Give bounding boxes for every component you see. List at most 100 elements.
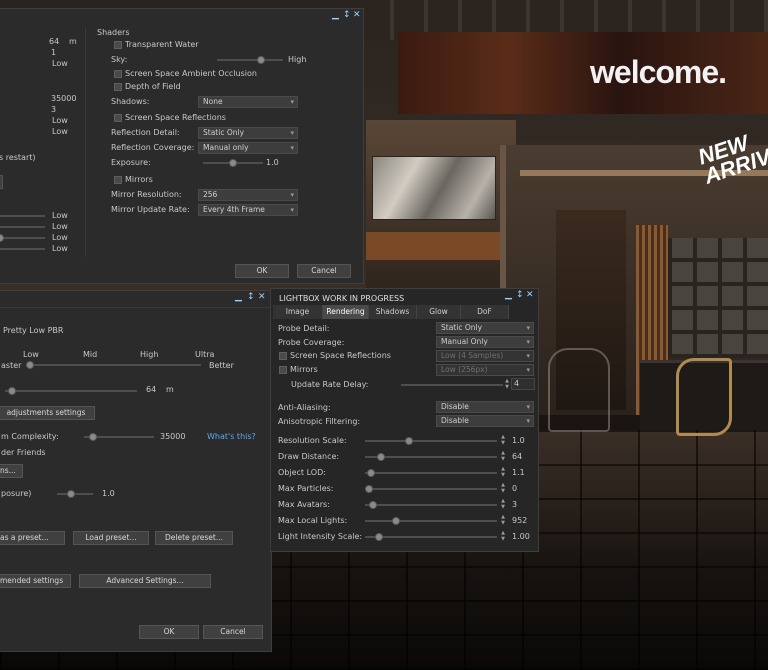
mirrors-checkbox[interactable]	[114, 176, 122, 184]
exposure-slider-thumb[interactable]	[67, 490, 75, 498]
value-text: Low	[52, 233, 68, 242]
mirrors-checkbox[interactable]	[279, 366, 287, 374]
ssao-checkbox[interactable]	[114, 70, 122, 78]
slider-thumb[interactable]	[377, 453, 386, 461]
value-text: 35000	[51, 94, 77, 103]
sky-slider[interactable]	[217, 59, 283, 61]
cancel-button[interactable]: Cancel	[297, 264, 351, 278]
slider-track[interactable]	[0, 215, 45, 217]
complexity-slider-thumb[interactable]	[89, 433, 97, 441]
ok-button[interactable]: OK	[139, 625, 199, 639]
slider-thumb[interactable]	[392, 517, 401, 525]
truncated-button[interactable]	[0, 175, 3, 189]
close-icon[interactable]: ✕	[258, 292, 266, 302]
slider-value[interactable]: 1.00	[512, 532, 530, 541]
update-rate-slider[interactable]	[401, 384, 503, 386]
whats-this-link[interactable]: What's this?	[207, 432, 256, 441]
dof-checkbox[interactable]	[114, 83, 122, 91]
slider-value[interactable]: 952	[512, 516, 527, 525]
probe-detail-dropdown[interactable]: Static Only	[436, 322, 534, 334]
slider-label: Max Particles:	[278, 484, 334, 493]
spinner-arrows[interactable]: ▲ ▼	[500, 466, 506, 478]
tab-dof[interactable]: DoF	[461, 305, 509, 319]
quality-slider-thumb[interactable]	[26, 361, 34, 369]
slider-track[interactable]	[365, 536, 497, 538]
slider-thumb[interactable]	[368, 501, 377, 509]
tab-glow[interactable]: Glow	[417, 305, 461, 319]
anisotropic-dropdown[interactable]: Disable	[436, 415, 534, 427]
slider-thumb[interactable]	[367, 469, 376, 477]
save-preset-button[interactable]: as a preset...	[0, 531, 65, 545]
slider-value[interactable]: 1.0	[512, 436, 525, 445]
anti-aliasing-label: Anti-Aliasing:	[278, 403, 331, 412]
load-preset-button[interactable]: Load preset...	[73, 531, 149, 545]
slider-value[interactable]: 0	[512, 484, 517, 493]
slider-value[interactable]: 3	[512, 500, 517, 509]
unit-text: m	[69, 37, 77, 46]
spinner-arrows[interactable]: ▲ ▼	[500, 514, 506, 526]
draw-distance-slider[interactable]	[5, 390, 137, 392]
ssr-checkbox[interactable]	[114, 114, 122, 122]
slider-thumb[interactable]	[374, 533, 383, 541]
pin-icon[interactable]: ↕	[247, 292, 255, 302]
mirror-resolution-label: Mirror Resolution:	[111, 190, 182, 199]
tab-rendering[interactable]: Rendering	[323, 305, 369, 319]
minimize-icon[interactable]: ▁	[505, 290, 512, 300]
spinner-arrows[interactable]: ▲ ▼	[500, 450, 506, 462]
reflection-coverage-dropdown[interactable]: Manual only	[198, 142, 298, 154]
display-cubbies	[668, 238, 768, 358]
slider-thumb[interactable]	[0, 234, 4, 242]
spinner-arrows[interactable]: ▲ ▼	[500, 498, 506, 510]
advanced-settings-button[interactable]: Advanced Settings...	[79, 574, 211, 588]
transparent-water-checkbox[interactable]	[114, 41, 122, 49]
slider-track[interactable]	[365, 504, 497, 506]
tab-shadows[interactable]: Shadows	[369, 305, 417, 319]
slider-track[interactable]	[365, 472, 497, 474]
ssr-checkbox[interactable]	[279, 352, 287, 360]
update-rate-spinner[interactable]: ▲ ▼	[504, 378, 510, 390]
spinner-arrows[interactable]: ▲ ▼	[500, 530, 506, 542]
spinner-arrows[interactable]: ▲ ▼	[500, 482, 506, 494]
minimize-icon[interactable]: ▁	[332, 10, 339, 20]
slider-value[interactable]: 1.1	[512, 468, 525, 477]
update-rate-input[interactable]: 4	[511, 378, 535, 390]
quality-tick-high: High	[140, 350, 159, 359]
spinner-arrows[interactable]: ▲ ▼	[500, 434, 506, 446]
slider-value[interactable]: 64	[512, 452, 522, 461]
close-icon[interactable]: ✕	[353, 10, 361, 20]
mirror-resolution-dropdown[interactable]: 256	[198, 189, 298, 201]
ok-button[interactable]: OK	[235, 264, 289, 278]
anti-aliasing-dropdown[interactable]: Disable	[436, 401, 534, 413]
probe-coverage-dropdown[interactable]: Manual Only	[436, 336, 534, 348]
recommended-settings-button[interactable]: mended settings	[0, 574, 71, 588]
settings-button[interactable]: ns...	[0, 464, 23, 478]
slider-thumb[interactable]	[365, 485, 373, 493]
close-icon[interactable]: ✕	[526, 290, 534, 300]
quality-slider[interactable]	[29, 364, 201, 366]
draw-distance-thumb[interactable]	[8, 387, 16, 395]
slider-track[interactable]	[365, 520, 497, 522]
adjustments-button[interactable]: adjustments settings	[0, 406, 95, 420]
reflection-detail-dropdown[interactable]: Static Only	[198, 127, 298, 139]
pin-icon[interactable]: ↕	[343, 10, 351, 20]
exposure-slider[interactable]	[57, 493, 93, 495]
delete-preset-button[interactable]: Delete preset...	[155, 531, 233, 545]
slider-track[interactable]	[365, 488, 497, 490]
pin-icon[interactable]: ↕	[516, 290, 524, 300]
ssr-dropdown[interactable]: Low (4 Samples)	[436, 350, 534, 362]
slider-track[interactable]	[365, 440, 497, 442]
tab-image[interactable]: Image	[273, 305, 323, 319]
slider-track[interactable]	[0, 237, 45, 239]
slider-thumb[interactable]	[404, 437, 413, 445]
mirrors-dropdown[interactable]: Low (256px)	[436, 364, 534, 376]
mirror-update-dropdown[interactable]: Every 4th Frame	[198, 204, 298, 216]
shadows-dropdown[interactable]: None	[198, 96, 298, 108]
sky-slider-thumb[interactable]	[257, 56, 265, 64]
sky-value: High	[288, 55, 307, 64]
slider-track[interactable]	[0, 248, 45, 250]
exposure-slider-thumb[interactable]	[229, 159, 237, 167]
divider	[85, 27, 86, 257]
slider-track[interactable]	[0, 226, 45, 228]
minimize-icon[interactable]: ▁	[235, 292, 242, 302]
cancel-button[interactable]: Cancel	[203, 625, 263, 639]
